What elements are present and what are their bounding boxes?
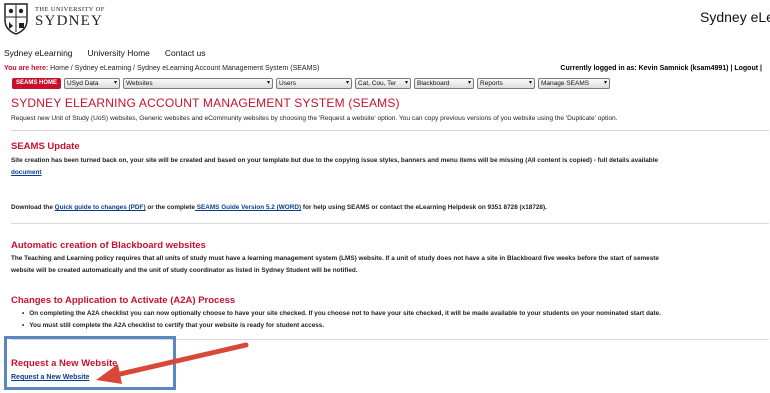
auto-creation-line-2: website will be created automatically an… <box>11 266 358 274</box>
document-link[interactable]: document <box>11 169 42 176</box>
section-divider <box>11 223 769 224</box>
download-suffix: for help using SEAMS or contact the eLea… <box>301 204 547 211</box>
breadcrumb[interactable]: Home / Sydney eLearning / Sydney eLearni… <box>50 65 319 72</box>
auto-creation-text: The Teaching and Learning policy require… <box>11 253 659 276</box>
login-separator: | <box>730 65 733 72</box>
seams-update-line: Site creation has been turned back on, y… <box>11 157 659 164</box>
chevron-down-icon: ▾ <box>604 79 608 86</box>
request-website-heading: Request a New Website <box>11 358 118 369</box>
menu-usyd-data-label: USyd Data <box>67 79 99 87</box>
logo-big-text: SYDNEY <box>35 13 104 30</box>
auto-creation-line-1: The Teaching and Learning policy require… <box>11 255 659 262</box>
annotation-arrow-icon <box>96 342 249 384</box>
seams-menubar: SEAMS HOME USyd Data ▾ Websites ▾ Users ▾ C… <box>12 77 611 89</box>
quick-guide-link[interactable]: Quick guide to changes (PDF) <box>55 204 146 211</box>
menu-blackboard[interactable]: Blackboard ▾ <box>414 77 475 89</box>
breadcrumb-label: You are here: <box>4 65 49 72</box>
chevron-down-icon: ▾ <box>346 79 350 86</box>
crest-icon <box>4 2 28 35</box>
chevron-down-icon: ▾ <box>468 79 472 86</box>
intro-text: Request new Unit of Study (UoS) websites… <box>11 115 618 122</box>
university-logo[interactable]: THE UNIVERSITY OF SYDNEY <box>3 0 105 36</box>
menu-cat-cou-ter-label: Cat, Cou, Ter <box>358 79 397 87</box>
nav-link-university-home[interactable]: University Home <box>88 48 150 58</box>
menu-users[interactable]: Users ▾ <box>276 77 353 89</box>
download-text: Download the Quick guide to changes (PDF… <box>11 202 547 214</box>
menu-websites-label: Websites <box>126 79 153 87</box>
menu-users-label: Users <box>279 79 296 87</box>
auto-creation-heading: Automatic creation of Blackboard website… <box>11 240 206 251</box>
chevron-down-icon: ▾ <box>529 79 533 86</box>
list-item: You must still complete the A2A checklis… <box>22 320 661 332</box>
list-item: On completing the A2A checklist you can … <box>22 308 661 320</box>
nav-link-contact-us[interactable]: Contact us <box>165 48 206 58</box>
seams-guide-link[interactable]: SEAMS Guide Version 5.2 (WORD) <box>195 204 301 211</box>
download-prefix: Download the <box>11 204 55 211</box>
menu-cat-cou-ter[interactable]: Cat, Cou, Ter ▾ <box>355 77 412 89</box>
seams-home-button[interactable]: SEAMS HOME <box>12 77 62 89</box>
logo-wordmark: THE UNIVERSITY OF SYDNEY <box>35 6 105 30</box>
main-content: SYDNEY ELEARNING ACCOUNT MANAGEMENT SYST… <box>11 96 769 122</box>
request-new-website-link[interactable]: Request a New Website <box>11 374 89 381</box>
menu-reports[interactable]: Reports ▾ <box>477 77 536 89</box>
nav-link-sydney-elearning[interactable]: Sydney eLearning <box>4 48 73 58</box>
a2a-bullet-list: On completing the A2A checklist you can … <box>22 308 661 332</box>
download-middle: or the complete <box>145 204 195 211</box>
menu-websites[interactable]: Websites ▾ <box>123 77 274 89</box>
menu-reports-label: Reports <box>480 79 503 87</box>
page-title: SYDNEY ELEARNING ACCOUNT MANAGEMENT SYST… <box>11 96 400 110</box>
site-title: Sydney eLe <box>700 9 770 25</box>
seams-update-heading: SEAMS Update <box>11 141 80 152</box>
chevron-down-icon: ▾ <box>267 79 271 86</box>
logout-link[interactable]: Logout <box>734 65 758 72</box>
chevron-down-icon: ▾ <box>405 79 409 86</box>
login-status: Currently logged in as: Kevin Samnick (k… <box>560 65 762 72</box>
chevron-down-icon: ▾ <box>114 79 118 86</box>
top-nav: Sydney eLearning University Home Contact… <box>4 48 206 58</box>
page-header: THE UNIVERSITY OF SYDNEY Sydney eLe <box>0 0 770 44</box>
seams-update-text: Site creation has been turned back on, y… <box>11 155 658 178</box>
menu-manage-seams-label: Manage SEAMS <box>541 79 590 87</box>
logged-in-user: Currently logged in as: Kevin Samnick (k… <box>560 65 729 72</box>
menu-usyd-data[interactable]: USyd Data ▾ <box>64 77 121 89</box>
breadcrumb-bar: You are here: Home / Sydney eLearning / … <box>4 65 766 72</box>
a2a-heading: Changes to Application to Activate (A2A)… <box>11 295 236 306</box>
menu-manage-seams[interactable]: Manage SEAMS ▾ <box>538 77 611 89</box>
section-divider <box>11 130 769 131</box>
menu-blackboard-label: Blackboard <box>417 79 450 87</box>
login-separator-trail: | <box>760 65 762 72</box>
